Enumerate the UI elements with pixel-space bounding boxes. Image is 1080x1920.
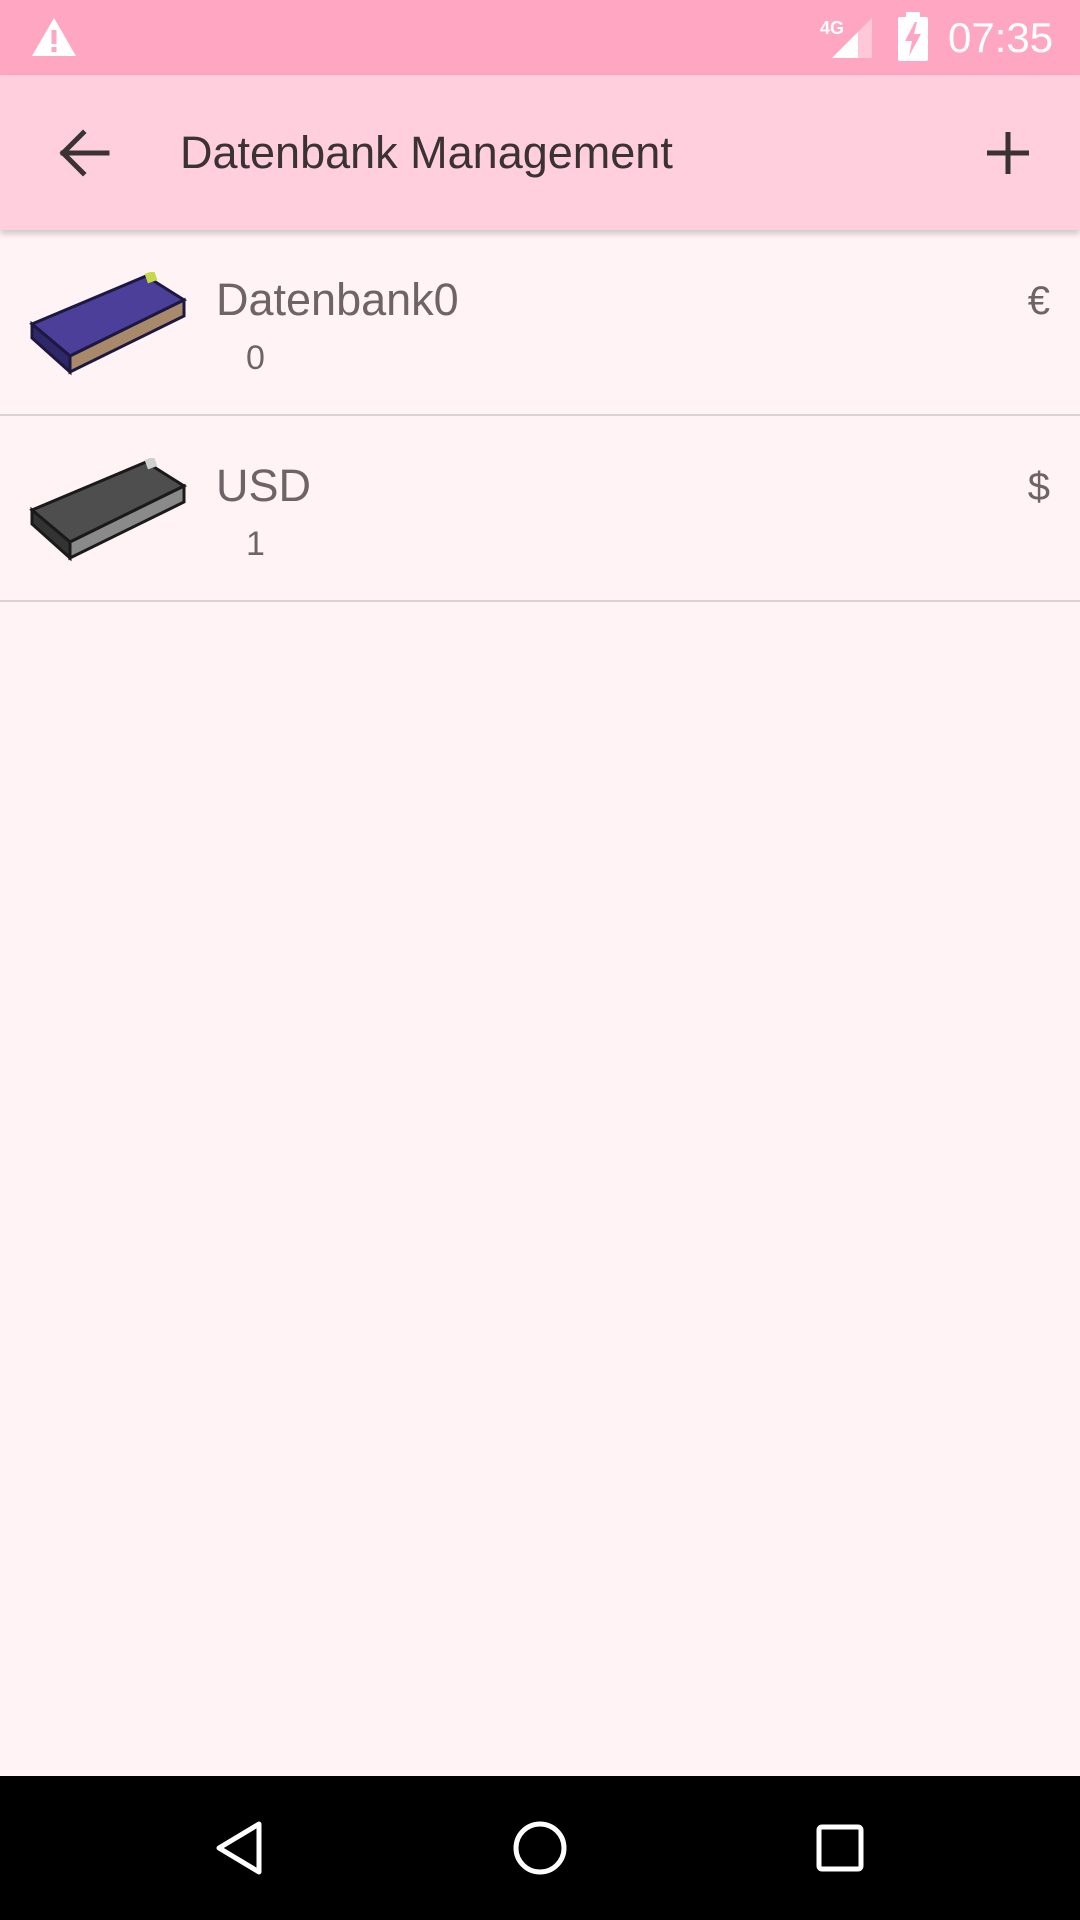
home-circle-icon bbox=[513, 1821, 567, 1875]
status-clock: 07:35 bbox=[948, 14, 1054, 61]
database-currency: $ bbox=[1027, 465, 1050, 509]
list-item[interactable]: USD 1 $ bbox=[0, 416, 1080, 602]
signal-icon: 4G bbox=[820, 18, 872, 58]
book-blue-icon bbox=[29, 272, 188, 376]
screen: 4G 07:35 Datenbank Management Datenbank0… bbox=[0, 0, 1080, 1920]
nav-home-button[interactable] bbox=[495, 1808, 585, 1888]
battery-charging-icon bbox=[898, 12, 928, 61]
back-button[interactable] bbox=[44, 115, 124, 191]
nav-back-button[interactable] bbox=[194, 1808, 284, 1888]
status-bar: 4G 07:35 bbox=[0, 0, 1080, 75]
nav-recents-button[interactable] bbox=[795, 1808, 885, 1888]
app-bar: Datenbank Management bbox=[0, 75, 1080, 230]
network-label: 4G bbox=[820, 18, 844, 38]
database-list: Datenbank0 0 € USD 1 $ bbox=[0, 230, 1080, 602]
recents-square-icon bbox=[816, 1824, 864, 1872]
plus-icon bbox=[987, 132, 1029, 174]
back-triangle-icon bbox=[216, 1821, 262, 1875]
list-item[interactable]: Datenbank0 0 € bbox=[0, 230, 1080, 416]
database-index: 0 bbox=[246, 339, 265, 377]
page-title: Datenbank Management bbox=[180, 127, 673, 178]
database-name: USD bbox=[216, 460, 312, 511]
database-index: 1 bbox=[246, 525, 265, 563]
navigation-bar bbox=[0, 1776, 1080, 1920]
add-database-button[interactable] bbox=[968, 115, 1048, 191]
database-currency: € bbox=[1027, 279, 1050, 323]
arrow-back-icon bbox=[59, 129, 110, 177]
book-gray-icon bbox=[29, 458, 188, 562]
database-name: Datenbank0 bbox=[216, 274, 459, 325]
warning-icon bbox=[32, 18, 76, 56]
